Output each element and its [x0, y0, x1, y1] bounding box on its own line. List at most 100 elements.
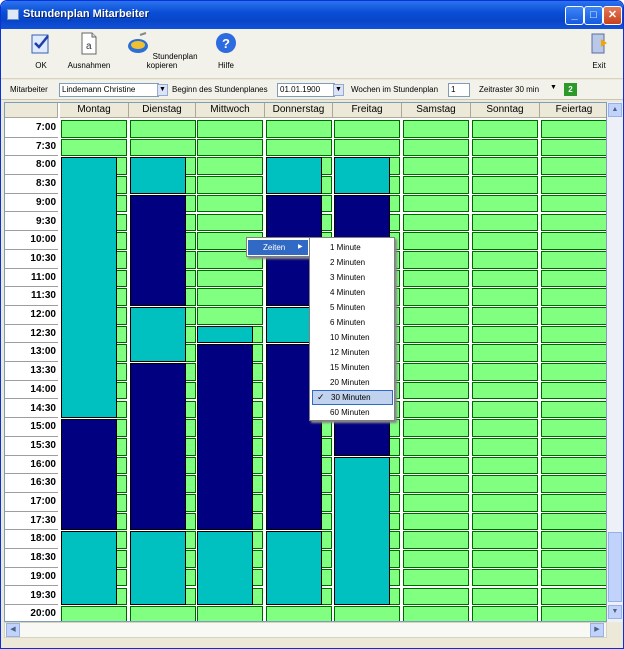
schedule-cell[interactable] [403, 437, 469, 456]
schedule-cell[interactable] [472, 587, 538, 606]
schedule-cell[interactable] [472, 120, 538, 138]
schedule-cell[interactable] [541, 269, 606, 288]
schedule-cell[interactable] [541, 288, 606, 306]
schedule-block[interactable] [197, 325, 253, 344]
schedule-cell[interactable] [541, 194, 606, 213]
schedule-cell[interactable] [61, 606, 127, 621]
schedule-cell[interactable] [541, 138, 606, 157]
schedule-cell[interactable] [541, 363, 606, 381]
schedule-cell[interactable] [403, 456, 469, 475]
submenu-item[interactable]: 12 Minuten [312, 345, 393, 360]
schedule-cell[interactable] [472, 213, 538, 232]
schedule-cell[interactable] [541, 475, 606, 493]
schedule-cell[interactable] [403, 344, 469, 363]
submenu-item[interactable]: 6 Minuten [312, 315, 393, 330]
day-header[interactable]: Montag [60, 103, 129, 118]
schedule-cell[interactable] [541, 176, 606, 194]
schedule-cell[interactable] [403, 363, 469, 381]
vertical-scrollbar[interactable]: ▲ ▼ [607, 102, 623, 622]
schedule-cell[interactable] [541, 512, 606, 531]
schedule-cell[interactable] [403, 120, 469, 138]
schedule-cell[interactable] [472, 307, 538, 325]
schedule-cell[interactable] [197, 138, 263, 157]
submenu-item[interactable]: 20 Minuten [312, 375, 393, 390]
schedule-cell[interactable] [403, 269, 469, 288]
scroll-down-icon[interactable]: ▼ [608, 605, 622, 619]
schedule-cell[interactable] [541, 419, 606, 437]
day-header[interactable]: Freitag [333, 103, 402, 118]
schedule-cell[interactable] [403, 307, 469, 325]
schedule-cell[interactable] [197, 606, 263, 621]
schedule-cell[interactable] [403, 606, 469, 621]
schedule-cell[interactable] [403, 550, 469, 568]
schedule-cell[interactable] [541, 400, 606, 419]
schedule-cell[interactable] [403, 587, 469, 606]
schedule-cell[interactable] [472, 250, 538, 269]
schedule-cell[interactable] [541, 568, 606, 587]
schedule-cell[interactable] [334, 606, 400, 621]
schedule-cell[interactable] [472, 568, 538, 587]
schedule-cell[interactable] [197, 176, 263, 194]
schedule-cell[interactable] [472, 456, 538, 475]
schedule-cell[interactable] [472, 157, 538, 176]
schedule-cell[interactable] [334, 138, 400, 157]
schedule-cell[interactable] [472, 194, 538, 213]
schedule-cell[interactable] [197, 194, 263, 213]
submenu-item[interactable]: 15 Minuten [312, 360, 393, 375]
mitarbeiter-dropdown-icon[interactable]: ▼ [157, 84, 168, 96]
day-header[interactable]: Feiertag [540, 103, 606, 118]
close-button[interactable]: ✕ [603, 6, 622, 25]
schedule-block[interactable] [130, 307, 186, 363]
day-header[interactable]: Samstag [402, 103, 471, 118]
schedule-cell[interactable] [197, 307, 263, 325]
schedule-cell[interactable] [197, 157, 263, 176]
schedule-cell[interactable] [403, 325, 469, 344]
schedule-cell[interactable] [472, 381, 538, 400]
schedule-block[interactable] [130, 363, 186, 531]
submenu-item[interactable]: 10 Minuten [312, 330, 393, 345]
schedule-cell[interactable] [334, 120, 400, 138]
schedule-cell[interactable] [472, 531, 538, 550]
ausnahmen-button[interactable]: a Ausnahmen [61, 31, 117, 70]
schedule-cell[interactable] [541, 587, 606, 606]
schedule-cell[interactable] [403, 475, 469, 493]
schedule-cell[interactable] [61, 120, 127, 138]
schedule-cell[interactable] [541, 550, 606, 568]
wochen-input[interactable]: 1 [448, 83, 470, 97]
schedule-block[interactable] [61, 157, 117, 419]
schedule-cell[interactable] [197, 213, 263, 232]
schedule-block[interactable] [334, 456, 390, 606]
scroll-thumb[interactable] [608, 532, 622, 602]
schedule-block[interactable] [130, 194, 186, 306]
submenu-item[interactable]: 60 Minuten [312, 405, 393, 420]
schedule-cell[interactable] [472, 494, 538, 512]
schedule-block[interactable] [334, 157, 390, 194]
schedule-cell[interactable] [472, 400, 538, 419]
zeitraster-dropdown-icon[interactable]: ▼ [550, 84, 557, 91]
schedule-block[interactable] [266, 531, 322, 606]
submenu-item[interactable]: 4 Minuten [312, 285, 393, 300]
schedule-cell[interactable] [472, 419, 538, 437]
schedule-cell[interactable] [541, 381, 606, 400]
schedule-cell[interactable] [130, 606, 196, 621]
schedule-cell[interactable] [403, 157, 469, 176]
title-bar[interactable]: Stundenplan Mitarbeiter _ □ ✕ [1, 1, 623, 29]
schedule-cell[interactable] [403, 288, 469, 306]
ok-button[interactable]: OK [29, 31, 53, 70]
schedule-cell[interactable] [472, 606, 538, 621]
beginn-dropdown-icon[interactable]: ▼ [333, 84, 344, 96]
schedule-cell[interactable] [472, 138, 538, 157]
schedule-cell[interactable] [403, 512, 469, 531]
schedule-cell[interactable] [541, 307, 606, 325]
schedule-cell[interactable] [541, 213, 606, 232]
schedule-cell[interactable] [541, 606, 606, 621]
mitarbeiter-select[interactable]: Lindemann Christine [59, 83, 159, 97]
schedule-cell[interactable] [541, 531, 606, 550]
minimize-button[interactable]: _ [565, 6, 584, 25]
schedule-cell[interactable] [403, 419, 469, 437]
schedule-cell[interactable] [130, 120, 196, 138]
schedule-cell[interactable] [472, 363, 538, 381]
schedule-cell[interactable] [403, 232, 469, 250]
schedule-cell[interactable] [403, 568, 469, 587]
schedule-cell[interactable] [266, 138, 332, 157]
